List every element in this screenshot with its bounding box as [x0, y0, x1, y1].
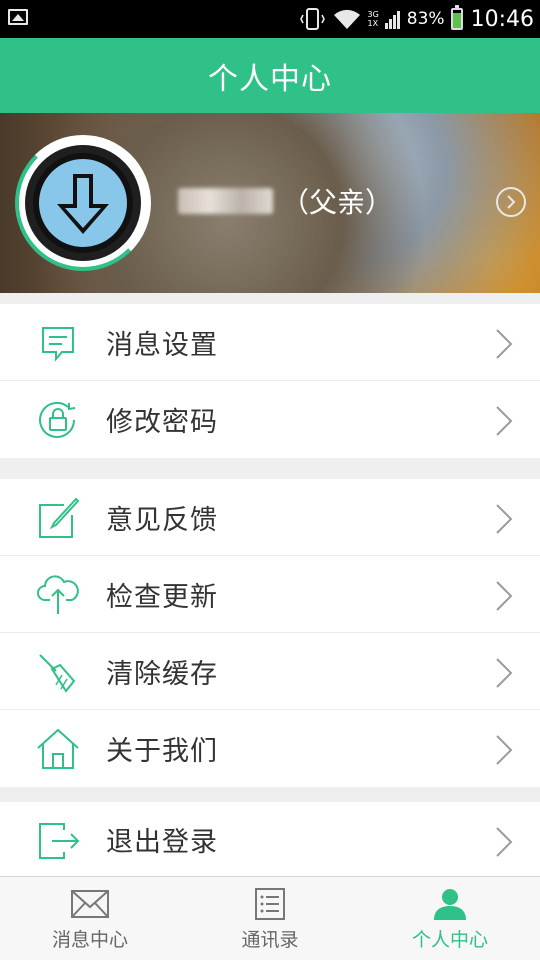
battery-percent: 83% — [406, 9, 445, 29]
lock-refresh-icon — [39, 402, 76, 438]
edit-icon — [39, 497, 80, 538]
clock: 10:46 — [470, 6, 534, 32]
relation-label: （父亲） — [281, 186, 394, 219]
menu-label: 意见反馈 — [106, 504, 218, 536]
menu-group-general: 意见反馈 检查更新 清除缓存 关于我们 — [0, 479, 540, 787]
broom-icon — [39, 654, 76, 693]
chevron-right-circle-icon[interactable] — [496, 187, 526, 217]
message-icon — [42, 327, 74, 362]
page-title: 个人中心 — [208, 61, 332, 97]
signal-icon — [384, 11, 400, 29]
chevron-right-icon — [496, 581, 513, 611]
chevron-right-icon — [496, 658, 513, 688]
chevron-right-icon — [496, 329, 513, 359]
tab-message-center[interactable]: 消息中心 — [0, 877, 180, 960]
chevron-right-icon — [496, 504, 513, 534]
contacts-list-icon — [255, 888, 285, 920]
cloud-upload-icon — [37, 575, 79, 614]
tab-label: 通讯录 — [241, 929, 299, 951]
menu-label: 关于我们 — [106, 736, 218, 767]
menu-item-check-update[interactable]: 检查更新 — [0, 556, 540, 633]
status-bar-right: 3G 1X 83% 10:46 — [299, 0, 534, 38]
person-icon — [434, 889, 466, 920]
vibrate-icon — [299, 8, 325, 30]
chevron-right-icon — [496, 406, 513, 436]
menu-label: 清除缓存 — [106, 658, 218, 690]
menu-label: 退出登录 — [106, 826, 218, 858]
blurred-name — [178, 188, 273, 214]
menu-item-about-us[interactable]: 关于我们 — [0, 710, 540, 787]
menu-item-feedback[interactable]: 意见反馈 — [0, 479, 540, 556]
screen: 3G 1X 83% 10:46 个人中心 （父亲） 消息设置 修改密码 意见反馈… — [0, 0, 540, 960]
mail-icon — [71, 890, 109, 918]
menu-group-logout: 退出登录 — [0, 802, 540, 876]
menu-item-logout[interactable]: 退出登录 — [0, 802, 540, 876]
logout-icon — [39, 823, 80, 859]
menu-label: 修改密码 — [106, 407, 218, 438]
status-bar: 3G 1X 83% 10:46 — [0, 0, 540, 38]
menu-label: 消息设置 — [106, 329, 218, 361]
home-icon — [37, 728, 79, 769]
app-header: 个人中心 — [0, 38, 540, 113]
tab-label: 消息中心 — [51, 929, 128, 951]
picture-icon — [8, 9, 28, 25]
menu-label: 检查更新 — [106, 581, 218, 613]
tab-contacts[interactable]: 通讯录 — [180, 877, 360, 960]
bottom-tab-bar: 消息中心 通讯录 个人中心 — [0, 876, 540, 960]
tab-label: 个人中心 — [411, 929, 488, 951]
battery-icon — [450, 5, 463, 30]
network-type: 3G 1X — [367, 10, 379, 28]
tab-personal-center[interactable]: 个人中心 — [360, 877, 540, 960]
menu-group-account: 消息设置 修改密码 — [0, 304, 540, 458]
menu-item-change-password[interactable]: 修改密码 — [0, 381, 540, 458]
avatar[interactable] — [15, 135, 151, 271]
download-arrow-icon — [57, 174, 109, 234]
chevron-right-icon — [496, 735, 513, 765]
menu-item-clear-cache[interactable]: 清除缓存 — [0, 633, 540, 710]
wifi-icon — [333, 9, 360, 29]
menu-item-message-settings[interactable]: 消息设置 — [0, 304, 540, 381]
profile-name: （父亲） — [178, 179, 393, 223]
profile-banner[interactable]: （父亲） — [0, 113, 540, 293]
chevron-right-icon — [496, 827, 513, 857]
